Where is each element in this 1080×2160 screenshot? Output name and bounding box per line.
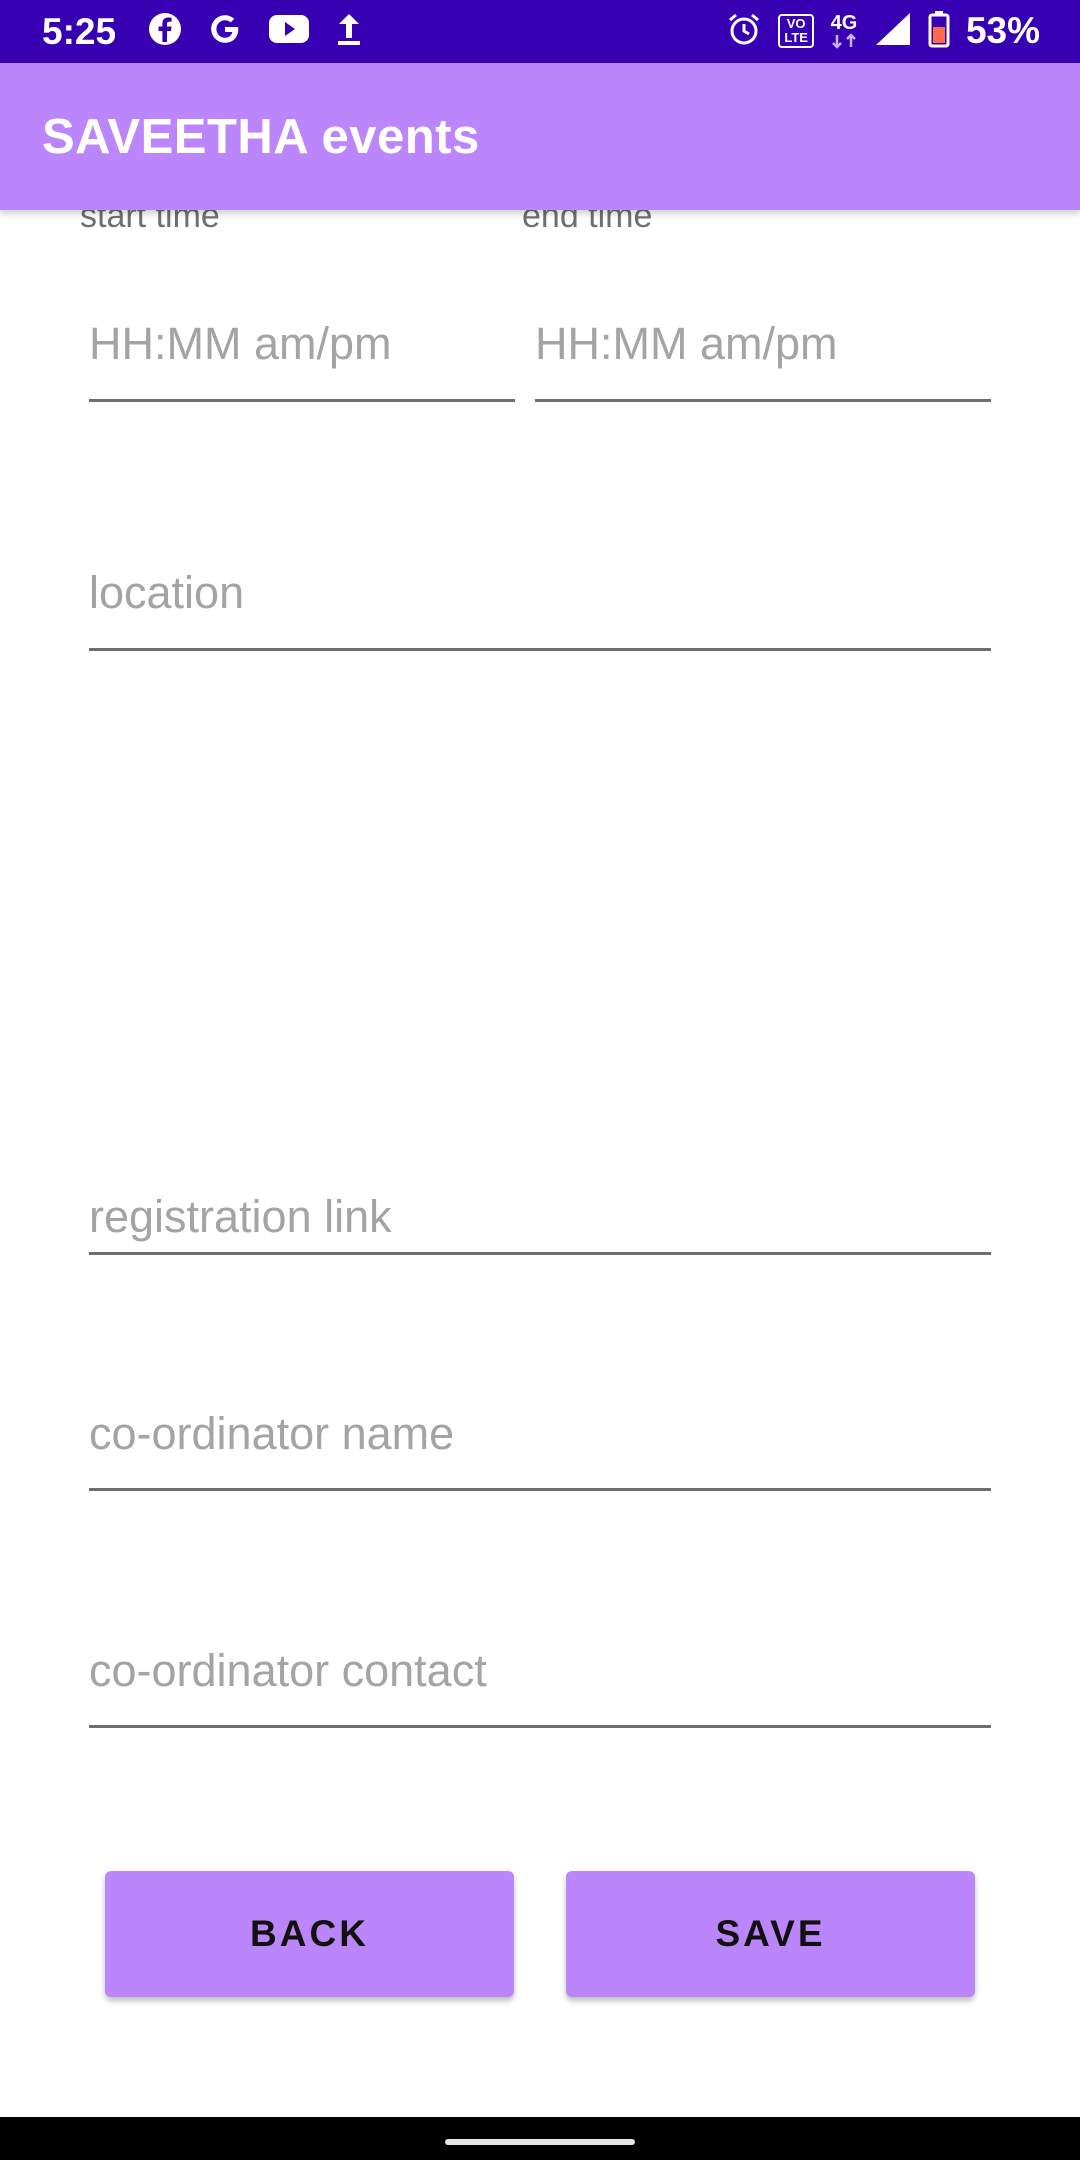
upload-icon (336, 12, 362, 51)
alarm-icon (726, 11, 762, 52)
google-icon (208, 12, 242, 51)
coordinator-contact-field (89, 1641, 991, 1728)
coordinator-name-input[interactable] (89, 1404, 991, 1464)
home-gesture-handle[interactable] (445, 2139, 635, 2145)
notification-icons (148, 12, 362, 51)
coordinator-name-field (89, 1404, 991, 1491)
location-field (89, 563, 991, 651)
coordinator-contact-input[interactable] (89, 1641, 991, 1701)
registration-link-field (89, 1187, 991, 1255)
end-time-input[interactable] (535, 314, 991, 374)
status-bar: 5:25 VO LTE 4G 53% (0, 0, 1080, 63)
facebook-icon (148, 12, 182, 51)
start-time-input[interactable] (89, 314, 515, 374)
app-bar: SAVEETHA events (0, 63, 1080, 210)
battery-icon (928, 10, 950, 53)
end-time-field (535, 314, 991, 402)
battery-percent: 53% (965, 10, 1040, 51)
volte-icon: VO LTE (778, 14, 814, 48)
back-button[interactable]: BACK (105, 1871, 514, 1997)
signal-icon (874, 11, 912, 52)
youtube-icon (268, 14, 310, 49)
registration-link-input[interactable] (89, 1187, 991, 1247)
location-input[interactable] (89, 563, 991, 623)
status-time: 5:25 (42, 11, 117, 52)
app-title: SAVEETHA events (42, 110, 480, 164)
system-status-icons: VO LTE 4G 53% (726, 10, 1040, 52)
save-button[interactable]: SAVE (566, 1871, 975, 1997)
start-time-field (89, 314, 515, 402)
network-4g-icon: 4G (830, 13, 858, 49)
